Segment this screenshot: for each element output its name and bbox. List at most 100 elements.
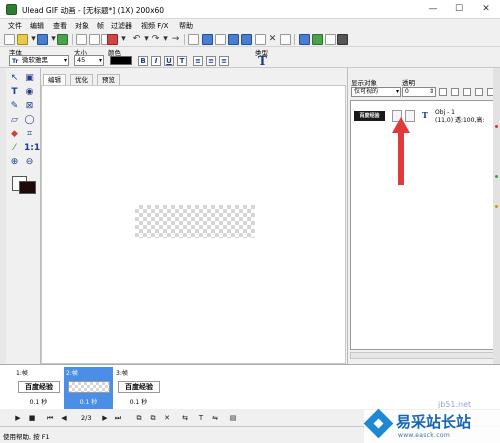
frame-grid-icon[interactable] xyxy=(188,34,199,45)
frame-3[interactable]: 3:帧 百度经验 0.1 秒 xyxy=(114,367,163,410)
object-row[interactable]: 百度经验 T Obj - 1 (11,0) 透:100,高: xyxy=(351,109,500,125)
zoom-in-icon[interactable]: ⊕ xyxy=(9,157,20,168)
menu-frame[interactable]: 帧 xyxy=(97,21,104,31)
object-info: Obj - 1 (11,0) 透:100,高: xyxy=(435,109,485,124)
spinner-icon: ⇕ xyxy=(428,88,434,95)
brush-dropdown-icon[interactable]: ▾ xyxy=(118,34,129,45)
fill-tool-icon[interactable]: ◆ xyxy=(9,129,20,140)
menu-object[interactable]: 对象 xyxy=(75,21,89,31)
font-select[interactable]: Tr 微软雅黑 ▾ xyxy=(9,55,69,66)
previous-frame-icon[interactable]: ◀ xyxy=(59,413,69,423)
duplicate-object-icon[interactable] xyxy=(463,88,471,96)
text-type-icon[interactable]: T xyxy=(258,54,267,68)
add-frame-icon[interactable]: ⧉ xyxy=(134,413,144,423)
italic-button[interactable]: I xyxy=(151,56,161,66)
close-button[interactable]: ✕ xyxy=(476,2,496,16)
app-logo-icon xyxy=(6,4,17,15)
optimize-icon[interactable] xyxy=(312,34,323,45)
tab-optimize[interactable]: 优化 xyxy=(70,74,93,85)
globe-icon[interactable] xyxy=(299,34,310,45)
font-type-icon: Tr xyxy=(12,58,19,65)
zoom-out-icon[interactable]: ⊖ xyxy=(24,157,35,168)
next-frame-icon[interactable]: ▶ xyxy=(100,413,110,423)
stop-icon[interactable]: ■ xyxy=(27,413,37,423)
visibility-select[interactable]: 仅可视的 ▾ xyxy=(351,87,401,97)
preview-icon[interactable] xyxy=(325,34,336,45)
brush-tool-icon[interactable] xyxy=(107,34,118,45)
menu-filter[interactable]: 过滤器 xyxy=(111,21,132,31)
eyedropper-tool-icon[interactable]: ⁄ xyxy=(9,143,20,154)
strikethrough-button[interactable]: T xyxy=(177,56,187,66)
first-frame-icon[interactable]: ⏮ xyxy=(45,413,55,423)
transparency-label: 透明 xyxy=(402,79,415,87)
lasso-tool-icon[interactable]: ⊠ xyxy=(24,101,35,112)
select-tool-icon[interactable]: ▣ xyxy=(24,73,35,84)
tab-edit[interactable]: 编辑 xyxy=(43,74,66,85)
watermark: 易采站长站 www.easck.com xyxy=(363,408,500,443)
text-effect-icon[interactable]: T xyxy=(196,413,206,423)
play-icon[interactable]: ▶ xyxy=(13,413,23,423)
watermark-logo-icon xyxy=(363,408,394,439)
maximize-button[interactable]: ☐ xyxy=(449,2,469,16)
save-icon[interactable] xyxy=(37,34,48,45)
frame-counter: 2/3 xyxy=(81,414,92,422)
minimize-button[interactable]: — xyxy=(423,2,443,16)
text-tool-icon[interactable]: T xyxy=(9,87,20,98)
layer-icon[interactable] xyxy=(280,34,291,45)
frame-1[interactable]: 1:帧 百度经验 0.1 秒 xyxy=(14,367,63,410)
duplicate-frame-icon[interactable]: ⧉ xyxy=(148,413,158,423)
watermark-url: www.easck.com xyxy=(398,432,450,439)
delete-icon[interactable]: ✕ xyxy=(267,34,278,45)
cut-icon[interactable] xyxy=(76,34,87,45)
cursor-help-icon[interactable] xyxy=(337,34,348,45)
merge-object-icon[interactable] xyxy=(475,88,483,96)
add-image-icon[interactable] xyxy=(57,34,68,45)
frame-label: 2:帧 xyxy=(66,370,78,377)
foreground-color-swatch[interactable] xyxy=(19,181,36,194)
pointer-tool-icon[interactable]: ↖ xyxy=(9,73,20,84)
actual-size-icon[interactable]: 1:1 xyxy=(24,143,40,154)
open-file-icon[interactable] xyxy=(17,34,28,45)
bold-button[interactable]: B xyxy=(138,56,148,66)
transform-tool-icon[interactable]: ◉ xyxy=(24,87,35,98)
align-center-button[interactable]: ≡ xyxy=(206,56,216,66)
align-right-button[interactable]: ≡ xyxy=(219,56,229,66)
insert-frame-icon[interactable] xyxy=(202,34,213,45)
align-left-button[interactable]: ≡ xyxy=(193,56,203,66)
new-file-icon[interactable] xyxy=(4,34,15,45)
watermark-small: jb51.net xyxy=(438,400,472,409)
tween-icon[interactable]: ⇆ xyxy=(180,413,190,423)
text-color-swatch[interactable] xyxy=(110,56,132,65)
crop-tool-icon[interactable]: ⌗ xyxy=(24,129,35,140)
ellipse-tool-icon[interactable]: ◯ xyxy=(24,115,35,126)
canvas-size-icon[interactable] xyxy=(241,34,252,45)
underline-button[interactable]: U xyxy=(164,56,174,66)
menu-view[interactable]: 查看 xyxy=(53,21,67,31)
canvas-area[interactable] xyxy=(41,85,346,364)
delete-frame-icon[interactable]: ✕ xyxy=(162,413,172,423)
copy-icon[interactable] xyxy=(89,34,100,45)
transparency-input[interactable]: 0 ⇕ xyxy=(402,87,436,97)
object-list-scrollbar[interactable] xyxy=(350,352,499,359)
last-frame-icon[interactable]: ⏭ xyxy=(113,413,123,423)
frame-2[interactable]: 2:帧 0.1 秒 xyxy=(64,367,113,410)
frame-label: 3:帧 xyxy=(116,370,128,377)
move-down-icon[interactable] xyxy=(451,88,459,96)
resize-icon[interactable] xyxy=(228,34,239,45)
menu-video-fx[interactable]: 视频 F/X xyxy=(141,21,168,31)
transition-icon[interactable]: ⇋ xyxy=(210,413,220,423)
tab-preview[interactable]: 预览 xyxy=(97,74,120,85)
pen-tool-icon[interactable]: ✎ xyxy=(9,101,20,112)
size-select[interactable]: 45 ▾ xyxy=(74,55,104,66)
move-up-icon[interactable] xyxy=(439,88,447,96)
frame-properties-icon[interactable]: ▤ xyxy=(228,413,238,423)
transparent-canvas[interactable] xyxy=(135,205,255,238)
menu-file[interactable]: 文件 xyxy=(8,21,22,31)
menu-edit[interactable]: 编辑 xyxy=(30,21,44,31)
crop-icon[interactable] xyxy=(215,34,226,45)
eraser-tool-icon[interactable]: ▱ xyxy=(9,115,20,126)
chevron-down-icon: ▾ xyxy=(98,57,102,64)
grid-icon[interactable] xyxy=(255,34,266,45)
menu-help[interactable]: 帮助 xyxy=(179,21,193,31)
disabled-arrow-icon[interactable]: → xyxy=(170,34,181,45)
